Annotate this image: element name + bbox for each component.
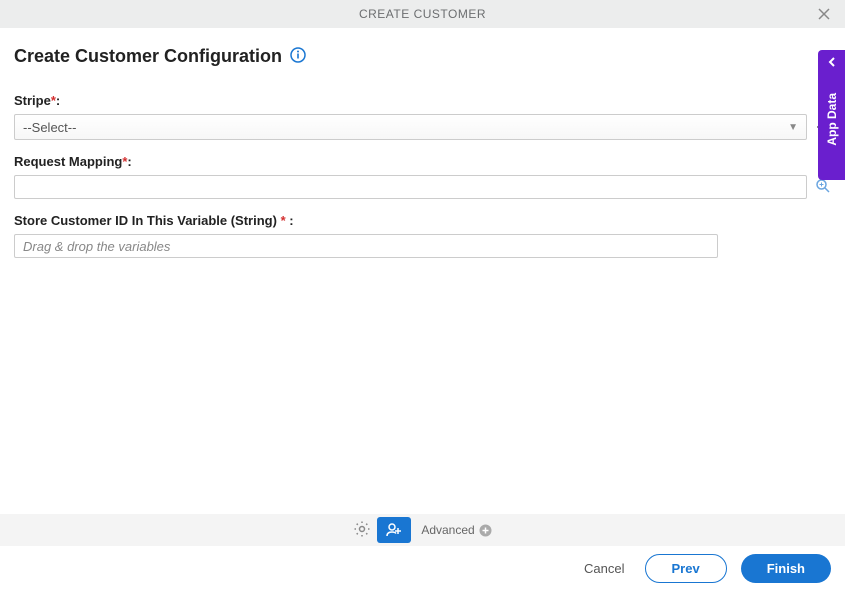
- prev-button[interactable]: Prev: [645, 554, 727, 583]
- user-add-button[interactable]: [377, 517, 411, 543]
- app-data-side-tab[interactable]: App Data: [818, 50, 845, 180]
- finish-button[interactable]: Finish: [741, 554, 831, 583]
- store-customer-id-field-group: Store Customer ID In This Variable (Stri…: [14, 213, 831, 258]
- close-icon[interactable]: [817, 7, 831, 24]
- page-title-row: Create Customer Configuration: [14, 46, 831, 67]
- required-marker: *: [281, 213, 286, 228]
- store-customer-id-input[interactable]: [14, 234, 718, 258]
- request-mapping-input[interactable]: [14, 175, 807, 199]
- required-marker: *: [51, 93, 56, 108]
- stripe-input-row: --Select-- ▼: [14, 114, 831, 140]
- request-mapping-input-row: [14, 175, 831, 199]
- store-customer-id-label-text: Store Customer ID In This Variable (Stri…: [14, 213, 277, 228]
- dialog-title: CREATE CUSTOMER: [359, 7, 486, 21]
- chevron-down-icon: ▼: [788, 122, 798, 133]
- info-icon[interactable]: [290, 47, 306, 66]
- store-customer-id-label: Store Customer ID In This Variable (Stri…: [14, 213, 831, 228]
- stripe-select-value: --Select--: [23, 120, 76, 135]
- stripe-label: Stripe*:: [14, 93, 831, 108]
- search-zoom-icon[interactable]: [815, 178, 831, 197]
- dialog-header: CREATE CUSTOMER: [0, 0, 845, 28]
- page-title: Create Customer Configuration: [14, 46, 282, 67]
- advanced-toggle[interactable]: Advanced: [421, 523, 491, 537]
- dialog-footer: Cancel Prev Finish: [0, 546, 845, 591]
- stripe-field-group: Stripe*: --Select-- ▼: [14, 93, 831, 140]
- gear-icon[interactable]: [353, 520, 371, 541]
- bottom-toolbar: Advanced: [0, 514, 845, 546]
- content-area: Create Customer Configuration Stripe*: -…: [0, 28, 845, 258]
- request-mapping-label-text: Request Mapping: [14, 154, 122, 169]
- stripe-label-text: Stripe: [14, 93, 51, 108]
- request-mapping-label: Request Mapping*:: [14, 154, 831, 169]
- plus-circle-icon: [479, 524, 492, 537]
- request-mapping-field-group: Request Mapping*:: [14, 154, 831, 199]
- required-marker: *: [122, 154, 127, 169]
- chevron-left-icon: [826, 56, 838, 71]
- advanced-label: Advanced: [421, 523, 474, 537]
- app-data-label: App Data: [825, 93, 839, 146]
- stripe-select[interactable]: --Select-- ▼: [14, 114, 807, 140]
- cancel-button[interactable]: Cancel: [578, 561, 630, 576]
